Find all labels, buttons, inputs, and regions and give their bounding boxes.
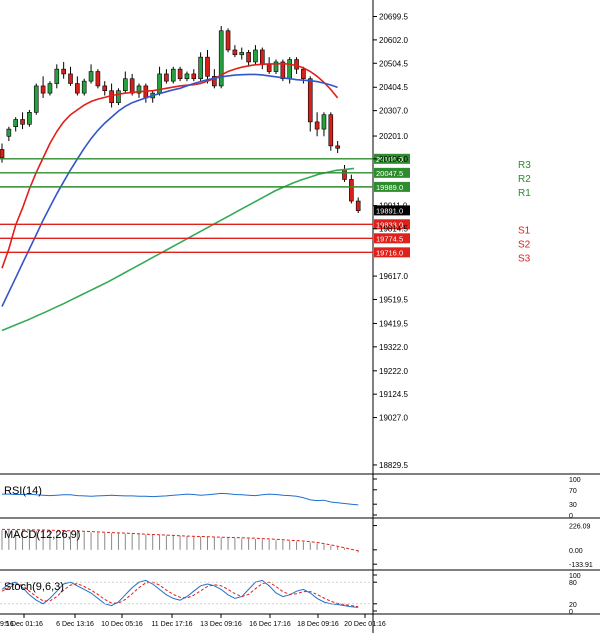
candle-body bbox=[81, 80, 87, 94]
candle-body bbox=[198, 56, 203, 80]
indicator-tick-label: 226.09 bbox=[569, 524, 591, 531]
candle-body bbox=[68, 73, 73, 84]
price-tick-label: 19322.0 bbox=[379, 343, 408, 352]
indicator-tick-label: 100 bbox=[569, 573, 581, 580]
indicator-tick-label: -133.91 bbox=[569, 562, 593, 569]
price-tick-label: 19027.0 bbox=[379, 414, 408, 423]
candle-body bbox=[205, 56, 210, 77]
indicator-tick-label: 0.00 bbox=[569, 548, 583, 555]
time-tick-label: 6 Dec 13:16 bbox=[56, 621, 94, 628]
candle-body bbox=[294, 59, 299, 70]
level-name-s1: S1 bbox=[518, 225, 531, 236]
chart-background bbox=[0, 0, 600, 633]
price-tick-label: 19419.5 bbox=[379, 319, 408, 328]
candle-body bbox=[20, 119, 25, 125]
level-name-r3: R3 bbox=[518, 160, 531, 171]
candle-body bbox=[349, 179, 354, 202]
candle-body bbox=[40, 85, 46, 94]
candle-body bbox=[321, 114, 327, 130]
level-name-r2: R2 bbox=[518, 174, 531, 185]
candle-body bbox=[328, 114, 334, 147]
candle-body bbox=[54, 68, 60, 84]
time-tick-label: 20 Dec 01:16 bbox=[344, 621, 386, 628]
price-tick-label: 19814.5 bbox=[379, 225, 408, 234]
price-tick-label: 19519.5 bbox=[379, 295, 408, 304]
time-tick-label: 10 Dec 05:16 bbox=[101, 621, 143, 628]
candle-body bbox=[355, 200, 361, 211]
candle-body bbox=[225, 30, 231, 51]
candle-body bbox=[102, 85, 108, 92]
candle-body bbox=[287, 59, 293, 80]
macd-panel-title: MACD(12,26,9) bbox=[4, 529, 80, 541]
price-tick-label: 19911.0 bbox=[379, 202, 408, 211]
indicator-tick-label: 70 bbox=[569, 488, 577, 495]
indicator-tick-label: 20 bbox=[569, 602, 577, 609]
time-tick-label: 13 Dec 09:16 bbox=[200, 621, 242, 628]
candle-body bbox=[129, 78, 135, 94]
candle-body bbox=[246, 52, 251, 63]
candle-body bbox=[266, 64, 272, 72]
stoch-panel-title: Stoch(9,6,3) bbox=[4, 581, 64, 593]
price-tick-label: 19124.5 bbox=[379, 390, 408, 399]
price-tick-label: 19617.0 bbox=[379, 272, 408, 281]
candle-body bbox=[314, 121, 320, 130]
price-tick-label: 20106.0 bbox=[379, 155, 408, 164]
indicator-tick-label: 30 bbox=[569, 502, 577, 509]
candle-body bbox=[177, 68, 183, 80]
candle-body bbox=[75, 83, 80, 94]
candle-body bbox=[335, 145, 340, 149]
price-tick-label: 20307.0 bbox=[379, 107, 408, 116]
candle-body bbox=[191, 73, 197, 80]
level-price-label-r2: 20047.5 bbox=[376, 169, 403, 178]
candle-body bbox=[232, 49, 238, 56]
level-name-r1: R1 bbox=[518, 188, 531, 199]
candle-body bbox=[342, 169, 347, 180]
time-tick-label: 11 Dec 17:16 bbox=[151, 621, 192, 628]
candle-body bbox=[164, 73, 169, 82]
candle-body bbox=[239, 52, 245, 56]
chart-area: R320106.0R220047.5R119989.0S119833.0S219… bbox=[0, 0, 600, 633]
candle-body bbox=[95, 71, 101, 87]
candle-body bbox=[170, 68, 176, 82]
level-price-label-r1: 19989.0 bbox=[376, 183, 403, 192]
price-tick-label: 20699.5 bbox=[379, 13, 408, 22]
candle-body bbox=[123, 78, 128, 92]
indicator-tick-label: 0 bbox=[569, 513, 573, 520]
time-tick-label: 16 Dec 17:16 bbox=[249, 621, 291, 628]
level-name-s2: S2 bbox=[518, 239, 531, 250]
candle-body bbox=[301, 68, 306, 80]
candle-body bbox=[6, 128, 12, 137]
candle-body bbox=[61, 68, 66, 75]
price-tick-label: 20602.0 bbox=[379, 36, 408, 45]
candle-body bbox=[307, 78, 313, 123]
level-price-label-s2: 19774.5 bbox=[376, 234, 403, 243]
candle-body bbox=[33, 85, 39, 113]
price-tick-label: 20404.5 bbox=[379, 83, 408, 92]
candle-body bbox=[47, 83, 53, 94]
indicator-tick-label: 100 bbox=[569, 477, 581, 484]
price-tick-label: 20504.5 bbox=[379, 59, 408, 68]
candle-body bbox=[259, 49, 265, 65]
candle-body bbox=[13, 119, 18, 127]
candle-body bbox=[253, 49, 258, 63]
level-price-label-s3: 19716.0 bbox=[376, 248, 403, 257]
level-name-s3: S3 bbox=[518, 253, 531, 264]
candle-body bbox=[116, 90, 121, 104]
indicator-tick-label: 80 bbox=[569, 580, 577, 587]
time-tick-label: 18 Dec 09:16 bbox=[297, 621, 339, 628]
rsi-panel-title: RSI(14) bbox=[4, 485, 42, 497]
price-tick-label: 19222.0 bbox=[379, 367, 408, 376]
candle-body bbox=[27, 112, 32, 125]
price-tick-label: 18829.5 bbox=[379, 461, 408, 470]
candle-body bbox=[184, 73, 190, 80]
time-tick-label: 5 Dec 01:16 bbox=[5, 621, 43, 628]
indicator-tick-label: 0 bbox=[569, 609, 573, 616]
candle-body bbox=[0, 149, 5, 159]
candle-body bbox=[88, 71, 94, 82]
price-tick-label: 20201.0 bbox=[379, 132, 408, 141]
